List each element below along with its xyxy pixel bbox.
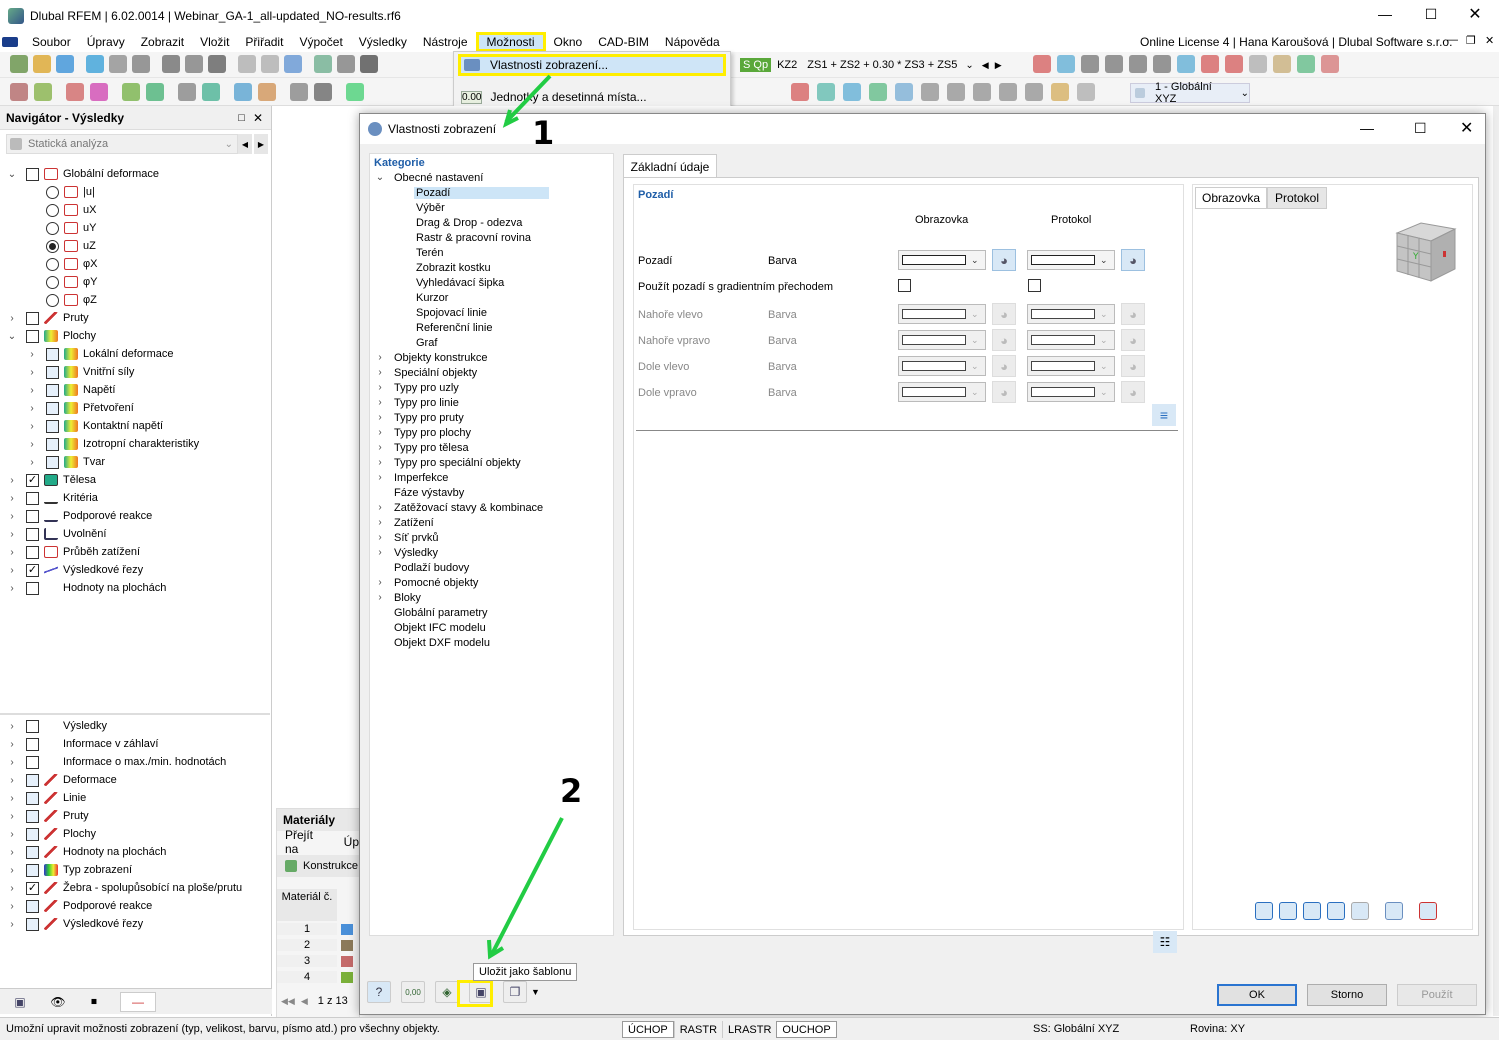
mode-2[interactable]: LRASTR — [722, 1021, 776, 1038]
status-bar: Umožní upravit možnosti zobrazení (typ, … — [0, 1017, 1499, 1040]
mode-1[interactable]: RASTR — [673, 1021, 722, 1038]
step-2-label: 2 — [560, 772, 583, 810]
coord-status: SS: Globální XYZ — [1033, 1023, 1120, 1035]
annotation-arrows — [487, 74, 564, 960]
mode-0[interactable]: ÚCHOP — [622, 1021, 674, 1038]
mode-3[interactable]: OUCHOP — [776, 1021, 837, 1038]
plane-status: Rovina: XY — [1190, 1023, 1246, 1035]
step-1-label: 1 — [532, 114, 555, 152]
status-message: Umožní upravit možnosti zobrazení (typ, … — [6, 1023, 440, 1035]
